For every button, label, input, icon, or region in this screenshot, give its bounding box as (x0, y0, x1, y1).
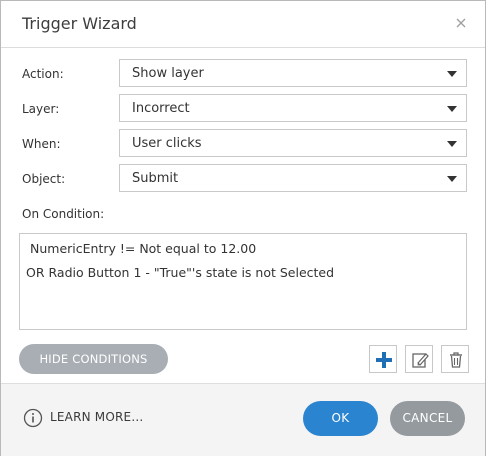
plus-icon (376, 352, 392, 368)
delete-condition-button[interactable] (441, 345, 469, 373)
object-value: Submit (132, 171, 179, 186)
chevron-down-icon (447, 141, 457, 147)
title-bar: Trigger Wizard (1, 1, 485, 48)
action-select[interactable]: Show layer (119, 59, 467, 87)
ok-button[interactable]: OK (303, 401, 378, 436)
layer-select[interactable]: Incorrect (119, 94, 467, 122)
object-label: Object: (22, 172, 66, 186)
action-value: Show layer (132, 66, 204, 81)
when-label: When: (22, 137, 61, 151)
add-condition-button[interactable] (369, 345, 397, 373)
hide-conditions-button[interactable]: HIDE CONDITIONS (19, 344, 168, 374)
edit-condition-button[interactable] (405, 345, 433, 373)
trash-icon (450, 352, 462, 368)
chevron-down-icon (447, 176, 457, 182)
info-icon[interactable] (23, 408, 43, 428)
when-select[interactable]: User clicks (119, 129, 467, 157)
chevron-down-icon (447, 71, 457, 77)
chevron-down-icon (447, 106, 457, 112)
cancel-button[interactable]: CANCEL (390, 401, 465, 436)
condition-item[interactable]: NumericEntry != Not equal to 12.00 (30, 241, 256, 256)
layer-value: Incorrect (132, 101, 190, 116)
trigger-wizard-dialog: Trigger Wizard Action: Show layer Layer:… (0, 0, 486, 456)
action-label: Action: (22, 67, 64, 81)
condition-item[interactable]: OR Radio Button 1 - "True"'s state is no… (26, 265, 334, 280)
edit-icon (412, 353, 429, 368)
layer-label: Layer: (22, 102, 60, 116)
dialog-footer: LEARN MORE... OK CANCEL (1, 383, 485, 456)
conditions-list[interactable]: NumericEntry != Not equal to 12.00 OR Ra… (19, 233, 467, 330)
object-select[interactable]: Submit (119, 164, 467, 192)
on-condition-label: On Condition: (22, 207, 105, 221)
close-icon[interactable] (449, 11, 473, 35)
dialog-title: Trigger Wizard (22, 14, 137, 33)
learn-more-link[interactable]: LEARN MORE... (50, 410, 143, 424)
when-value: User clicks (132, 136, 202, 151)
